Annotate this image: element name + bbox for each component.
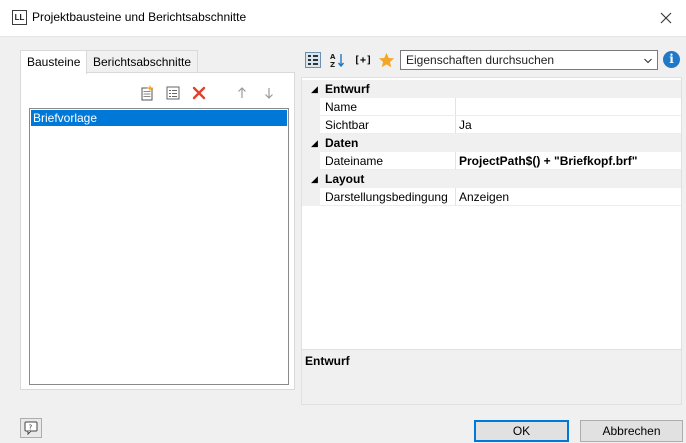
svg-text:?: ?: [29, 424, 33, 432]
help-icon: ?: [24, 421, 38, 435]
info-button[interactable]: i: [663, 51, 680, 68]
help-button[interactable]: ?: [20, 418, 42, 438]
column-divider: [455, 98, 456, 116]
svg-text:Z: Z: [330, 61, 335, 68]
close-icon: [660, 12, 672, 24]
category-label: Daten: [325, 136, 359, 150]
property-row-dateiname[interactable]: Dateiname ProjectPath$() + "Briefkopf.br…: [302, 152, 681, 170]
bausteine-list[interactable]: Briefvorlage: [29, 108, 289, 385]
list-item[interactable]: Briefvorlage: [31, 110, 287, 126]
property-value[interactable]: Ja: [459, 116, 472, 134]
property-name: Dateiname: [325, 154, 384, 168]
delete-icon: [192, 86, 206, 100]
move-up-button[interactable]: [234, 85, 250, 101]
expand-formula-button[interactable]: [+]: [351, 51, 375, 69]
app-icon: LL: [12, 10, 27, 25]
property-row-name[interactable]: Name: [302, 98, 681, 116]
property-name: Sichtbar: [325, 118, 370, 132]
category-layout[interactable]: ◢ Layout: [302, 170, 681, 188]
new-item-button[interactable]: [139, 85, 155, 101]
category-label: Entwurf: [325, 82, 370, 96]
favorites-button[interactable]: [377, 51, 395, 69]
categorized-view-icon: [305, 52, 321, 68]
row-gutter: [302, 116, 320, 134]
property-search-field[interactable]: Eigenschaften durchsuchen: [400, 50, 658, 70]
categorized-view-button[interactable]: [304, 51, 322, 69]
property-row-darstellungsbedingung[interactable]: Darstellungsbedingung Anzeigen: [302, 188, 681, 206]
row-gutter: [302, 152, 320, 170]
property-row-sichtbar[interactable]: Sichtbar Ja: [302, 116, 681, 134]
window-title: Projektbausteine und Berichtsabschnitte: [32, 10, 247, 24]
cancel-button[interactable]: Abbrechen: [580, 420, 683, 442]
property-grid: ◢ Entwurf Name Sichtbar Ja ◢ Daten Datei…: [301, 77, 682, 350]
column-divider: [455, 152, 456, 170]
sort-alphabetical-icon: A Z: [330, 53, 345, 68]
row-line: [320, 205, 681, 206]
tab-berichtsabschnitte[interactable]: Berichtsabschnitte: [86, 50, 199, 73]
category-daten[interactable]: ◢ Daten: [302, 134, 681, 152]
move-down-button[interactable]: [261, 85, 277, 101]
column-divider: [455, 188, 456, 206]
svg-text:A: A: [330, 53, 336, 61]
category-entwurf[interactable]: ◢ Entwurf: [302, 80, 681, 98]
sort-alphabetical-button[interactable]: A Z: [329, 51, 347, 69]
collapse-caret-icon[interactable]: ◢: [311, 80, 318, 98]
search-placeholder: Eigenschaften durchsuchen: [406, 53, 555, 67]
property-value[interactable]: ProjectPath$() + "Briefkopf.brf": [459, 152, 637, 170]
collapse-caret-icon[interactable]: ◢: [311, 134, 318, 152]
close-button[interactable]: [646, 0, 686, 36]
description-pane: Entwurf: [301, 350, 682, 405]
column-divider: [455, 116, 456, 134]
description-title: Entwurf: [305, 354, 350, 368]
properties-icon: [166, 86, 180, 100]
properties-button[interactable]: [165, 85, 181, 101]
delete-button[interactable]: [191, 85, 207, 101]
property-name: Name: [325, 100, 358, 114]
property-name: Darstellungsbedingung: [325, 190, 448, 204]
collapse-caret-icon[interactable]: ◢: [311, 170, 318, 188]
new-item-icon: [141, 85, 154, 101]
row-gutter: [302, 98, 320, 116]
row-gutter: [302, 188, 320, 206]
property-value[interactable]: Anzeigen: [459, 188, 509, 206]
favorites-star-icon: [378, 52, 394, 67]
bausteine-pane: Briefvorlage: [20, 72, 295, 390]
move-down-icon: [265, 88, 273, 99]
left-panel: Bausteine Berichtsabschnitte Briefvorlag…: [20, 45, 295, 390]
move-up-icon: [238, 87, 246, 98]
category-label: Layout: [325, 172, 365, 186]
tab-bausteine[interactable]: Bausteine: [20, 50, 88, 74]
chevron-down-icon[interactable]: [643, 52, 653, 73]
title-bar: LL Projektbausteine und Berichtsabschnit…: [0, 0, 686, 37]
ok-button[interactable]: OK: [474, 420, 569, 442]
properties-panel: A Z [+] Eigenschaften durchsuchen i ◢ En…: [301, 45, 682, 405]
